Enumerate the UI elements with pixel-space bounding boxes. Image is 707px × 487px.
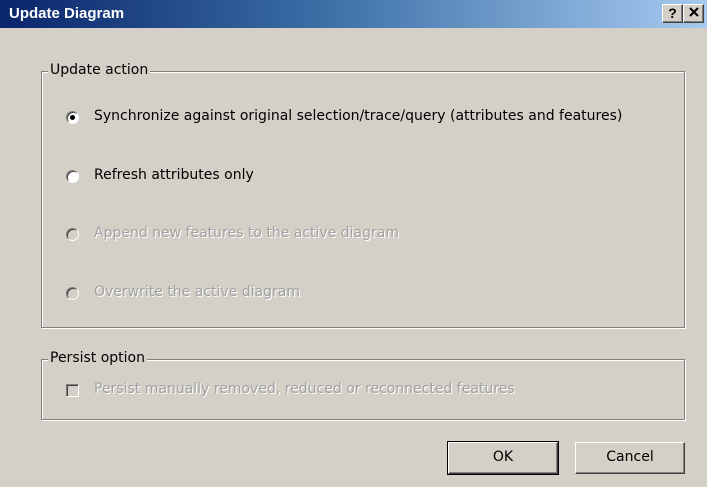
radio-button-icon	[66, 228, 79, 241]
close-icon	[688, 7, 699, 17]
radio-button-icon[interactable]	[66, 111, 79, 124]
update-action-legend: Update action	[48, 62, 151, 78]
persist-checkbox-label: Persist manually removed, reduced or rec…	[94, 381, 515, 397]
ok-button[interactable]: OK	[447, 441, 559, 475]
cancel-button[interactable]: Cancel	[575, 442, 685, 474]
radio-refresh-attributes-label[interactable]: Refresh attributes only	[94, 167, 254, 183]
radio-button-icon[interactable]	[66, 170, 79, 183]
title-bar[interactable]: Update Diagram ?	[0, 0, 707, 28]
radio-append-features-label: Append new features to the active diagra…	[94, 225, 399, 241]
window-title: Update Diagram	[9, 5, 125, 22]
help-icon: ?	[668, 5, 677, 21]
radio-synchronize-label[interactable]: Synchronize against original selection/t…	[94, 108, 622, 124]
radio-overwrite-diagram-label: Overwrite the active diagram	[94, 284, 300, 300]
persist-option-legend: Persist option	[48, 350, 147, 366]
radio-selected-dot	[70, 115, 75, 120]
persist-checkbox	[66, 384, 79, 397]
help-button[interactable]: ?	[662, 4, 683, 23]
close-button[interactable]	[683, 4, 704, 23]
radio-button-icon	[66, 287, 79, 300]
